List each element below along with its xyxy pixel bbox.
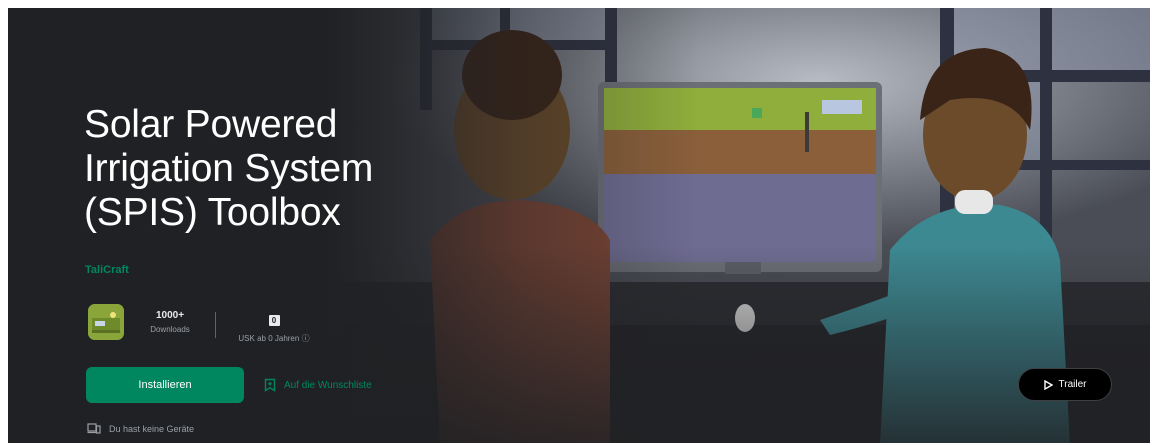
app-icon bbox=[88, 304, 124, 340]
app-title-line: (SPIS) Toolbox bbox=[84, 191, 341, 234]
stat-divider bbox=[215, 312, 216, 338]
info-icon[interactable]: ⓘ bbox=[302, 334, 310, 343]
frame-border bbox=[0, 0, 1164, 8]
devices-note: Du hast keine Geräte bbox=[87, 423, 194, 434]
devices-note-text: Du hast keine Geräte bbox=[109, 423, 195, 434]
content-rating-stat[interactable]: 0 USK ab 0 Jahren ⓘ bbox=[228, 310, 320, 344]
downloads-value: 1000+ bbox=[155, 310, 185, 321]
app-title-line: Solar Powered bbox=[84, 103, 338, 146]
app-title-line: Irrigation System bbox=[84, 147, 374, 190]
wishlist-button[interactable]: Auf die Wunschliste bbox=[264, 377, 372, 393]
developer-link[interactable]: TaliCraft bbox=[85, 264, 129, 276]
devices-icon bbox=[87, 423, 101, 434]
wishlist-label: Auf die Wunschliste bbox=[284, 379, 372, 391]
trailer-button[interactable]: Trailer bbox=[1018, 368, 1112, 401]
rating-label: USK ab 0 Jahren bbox=[238, 334, 300, 343]
bookmark-add-icon bbox=[264, 378, 276, 392]
app-hero-banner: Solar Powered Irrigation System (SPIS) T… bbox=[0, 0, 1164, 445]
play-icon bbox=[1043, 379, 1053, 390]
frame-border bbox=[0, 0, 8, 445]
downloads-label: Downloads bbox=[150, 325, 190, 334]
downloads-stat: 1000+ Downloads bbox=[140, 310, 200, 334]
usk-badge: 0 bbox=[268, 315, 280, 326]
app-title: Solar Powered Irrigation System (SPIS) T… bbox=[84, 103, 504, 235]
install-button[interactable]: Installieren bbox=[86, 367, 244, 403]
frame-border bbox=[1150, 0, 1164, 445]
trailer-label: Trailer bbox=[1058, 379, 1087, 390]
